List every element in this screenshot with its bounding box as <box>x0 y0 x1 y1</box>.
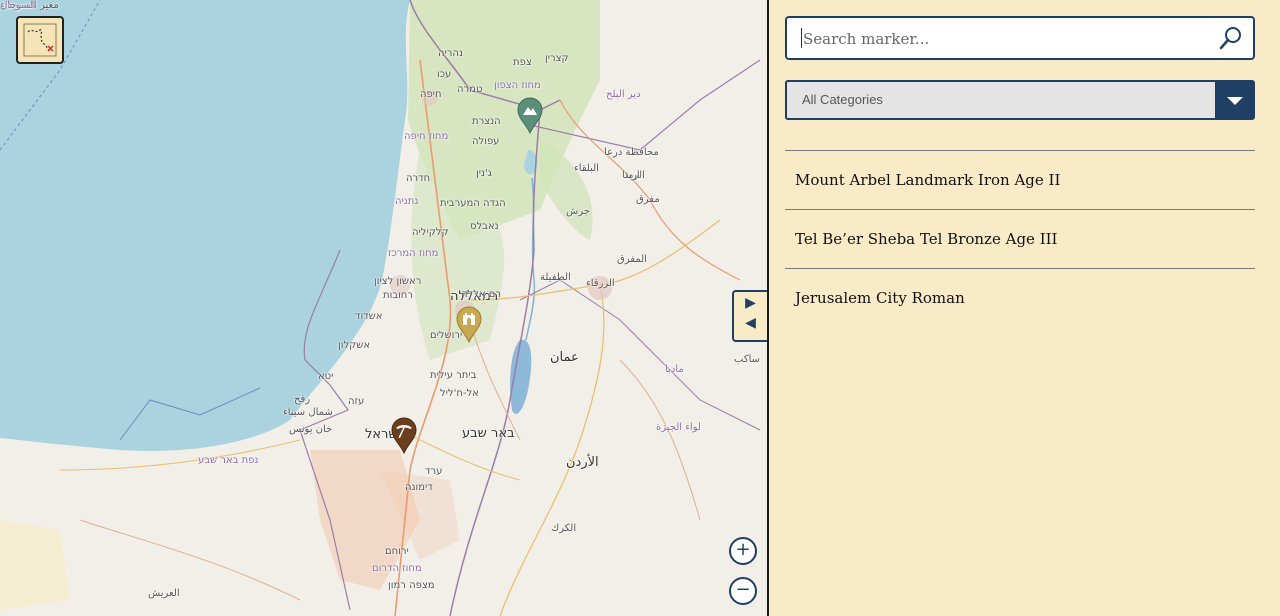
map-place-label: מחוז המרכז <box>388 248 439 259</box>
map-place-label: المفرق <box>617 254 647 265</box>
city-gate-marker-icon[interactable] <box>455 305 483 343</box>
pickaxe-marker-icon[interactable] <box>390 416 418 454</box>
map-place-label: מחוז הצפון <box>494 80 541 91</box>
panel-toggle-button[interactable]: ▶ ◀ <box>732 290 767 342</box>
search-input[interactable] <box>801 27 1215 51</box>
map-place-label: עפולה <box>472 136 500 147</box>
map-place-label: الكرك <box>551 523 577 534</box>
map-place-label: מחוז חיפה <box>404 131 449 142</box>
map-place-label: جرش <box>566 206 590 217</box>
map-place-label: السويداء <box>0 0 36 11</box>
map-place-label: חדרה <box>406 173 431 184</box>
chevron-down-icon[interactable] <box>1215 82 1253 118</box>
treasure-map-logo-button[interactable] <box>16 16 64 64</box>
map-place-label: צפת <box>513 57 532 68</box>
map-place-label: الأردن <box>566 455 599 470</box>
map-place-label: אשקלון <box>338 340 370 351</box>
map-place-label: محافظة درعا <box>604 147 659 158</box>
map-place-label: אשדוד <box>355 311 383 322</box>
map-place-label: הנצרת <box>472 116 501 127</box>
map-place-label: عمان <box>550 350 579 365</box>
map-place-label: עזה <box>348 396 365 407</box>
map-place-label: ג'נין <box>476 168 492 179</box>
map-place-label: الزرقاء <box>586 278 615 289</box>
map-place-label: خان يونس <box>289 424 333 435</box>
map-place-label: קצרין <box>545 53 569 64</box>
mountain-marker-icon[interactable] <box>516 96 544 134</box>
map-place-label: חיפה <box>420 89 442 100</box>
map-place-label: נאבלס <box>470 221 499 232</box>
map-place-label: רחובות <box>383 290 413 301</box>
map-place-label: מצפה רמון <box>388 580 435 591</box>
map-place-label: נתניה <box>395 196 419 207</box>
map-place-label: יטא <box>318 371 334 382</box>
map-place-label: הגדה המערבית <box>440 198 506 209</box>
map-place-label: شمال سيناء <box>283 407 333 418</box>
map-place-label: دير البلح <box>606 89 641 100</box>
arrow-left-icon: ◀ <box>745 314 756 330</box>
map-place-label: קלקיליה <box>412 227 449 238</box>
text-caret <box>801 28 802 48</box>
map-place-label: נהריה <box>438 48 463 59</box>
list-item[interactable]: Tel Be’er Sheba Tel Bronze Age III <box>785 209 1255 268</box>
map-place-label: رفح <box>294 394 311 405</box>
map-place-label: מחוז הדרום <box>372 563 422 574</box>
map-place-label: مادبا <box>665 364 684 375</box>
category-select-value: All Categories <box>802 92 883 107</box>
map-place-label: اربد <box>624 170 640 181</box>
sidebar: All Categories Mount Arbel Landmark Iron… <box>767 0 1280 616</box>
map-place-label: באר שבע <box>462 426 515 441</box>
map-place-label: ساكب <box>734 354 761 365</box>
map-tiles <box>0 0 761 616</box>
treasure-map-icon <box>23 23 57 57</box>
map-place-label: ירוחם <box>385 546 409 557</box>
map-place-label: נפת באר שבע <box>198 455 259 466</box>
map-place-label: אל-ח'ליל <box>440 388 479 399</box>
map-place-label: רם אללה <box>461 289 502 300</box>
marker-list: Mount Arbel Landmark Iron Age II Tel Be’e… <box>785 150 1255 327</box>
map-place-label: الطفيلة <box>540 272 571 283</box>
arrow-right-icon: ▶ <box>745 294 756 310</box>
map-place-label: مفرق <box>636 194 660 205</box>
map-place-label: ערד <box>425 466 443 477</box>
zoom-in-button[interactable]: + <box>729 537 757 565</box>
map-place-label: ביתר עילית <box>430 370 477 381</box>
category-select[interactable]: All Categories <box>785 80 1255 120</box>
map-view[interactable]: נהריה צפת קצרין עכו חיפה טמרה מחוז הצפון מחוז ח… <box>0 0 767 616</box>
map-place-label: لواء الجيزة <box>656 422 701 433</box>
map-place-label: דימונה <box>405 482 433 493</box>
list-item[interactable]: Jerusalem City Roman <box>785 268 1255 327</box>
zoom-out-button[interactable]: − <box>729 577 757 605</box>
map-place-label: עכו <box>437 69 452 80</box>
map-place-label: العريش <box>148 588 180 599</box>
search-box[interactable] <box>785 16 1255 60</box>
list-item[interactable]: Mount Arbel Landmark Iron Age II <box>785 150 1255 209</box>
map-place-label: ראשון לציון <box>374 276 422 287</box>
map-place-label: טמרה <box>457 84 483 95</box>
map-place-label: البلقاء <box>574 163 599 174</box>
search-icon[interactable] <box>1219 26 1243 50</box>
